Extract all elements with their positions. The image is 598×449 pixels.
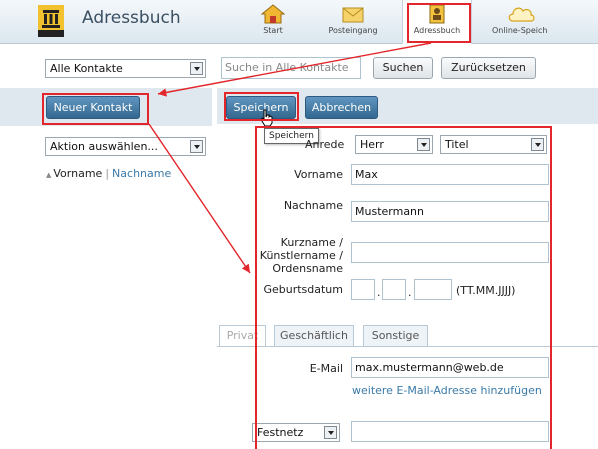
sort-lastname-link[interactable]: Nachname [112, 167, 171, 180]
nav-start-label: Start [263, 26, 283, 35]
hand-cursor-icon [261, 109, 273, 127]
title-value: Titel [445, 138, 469, 151]
chevron-down-icon [324, 426, 337, 439]
lastname-input[interactable]: Mustermann [351, 201, 549, 222]
nav-online-speicher[interactable]: Online-Speich [486, 3, 598, 41]
cancel-button[interactable]: Abbrechen [305, 96, 378, 119]
birthday-dot-1: . [377, 286, 381, 299]
birthday-dot-2: . [408, 286, 412, 299]
firstname-input[interactable]: Max [351, 164, 549, 185]
nav-adressbuch-label: Adressbuch [413, 26, 461, 35]
nav-start[interactable]: Start [251, 3, 295, 41]
sort-options: ▲ Vorname | Nachname [46, 167, 171, 180]
birthday-day-input[interactable] [351, 279, 375, 300]
phone-input[interactable] [351, 421, 549, 442]
sort-firstname[interactable]: Vorname [53, 167, 102, 180]
lastname-label: Nachname [283, 199, 343, 212]
nickname-label-line-3: Ordensname [272, 262, 343, 275]
contact-filter-select[interactable]: Alle Kontakte [45, 59, 206, 78]
birthday-year-input[interactable] [414, 279, 452, 300]
salutation-select[interactable]: Herr [355, 135, 433, 154]
chevron-down-icon [190, 62, 203, 75]
nickname-label: Kurzname / Künstlername / Ordensname [250, 236, 343, 275]
tabs-divider [217, 346, 598, 347]
birthday-label: Geburtsdatum [263, 283, 343, 296]
email-input[interactable]: max.mustermann@web.de [351, 357, 549, 378]
birthday-month-input[interactable] [382, 279, 406, 300]
contact-filter-value: Alle Kontakte [50, 62, 123, 75]
salutation-value: Herr [360, 138, 384, 151]
action-select-value: Aktion auswählen... [50, 140, 158, 153]
chevron-down-icon [531, 138, 544, 151]
nickname-label-line-2: Künstlername / [259, 249, 343, 262]
envelope-icon [342, 7, 364, 23]
search-button[interactable]: Suchen [373, 57, 433, 79]
search-input[interactable]: Suche in Alle Kontakte [221, 57, 361, 79]
phone-type-select[interactable]: Festnetz [252, 423, 340, 442]
nickname-input[interactable] [351, 242, 549, 263]
chevron-down-icon [417, 138, 430, 151]
title-select[interactable]: Titel [440, 135, 547, 154]
tab-privat[interactable]: Privat [219, 325, 266, 346]
app-title: Adressbuch [82, 8, 181, 28]
home-icon [261, 4, 285, 24]
phone-type-value: Festnetz [257, 426, 304, 439]
action-select[interactable]: Aktion auswählen... [45, 137, 206, 156]
tab-geschaeftlich[interactable]: Geschäftlich [274, 325, 354, 346]
firstname-label: Vorname [294, 168, 343, 181]
reset-button[interactable]: Zurücksetzen [441, 57, 536, 79]
new-contact-button[interactable]: Neuer Kontakt [46, 96, 140, 119]
add-email-link[interactable]: weitere E-Mail-Adresse hinzufügen [352, 384, 542, 397]
nav-posteingang[interactable]: Posteingang [321, 3, 385, 41]
nickname-label-line-1: Kurzname / [280, 236, 343, 249]
sort-triangle-icon: ▲ [46, 171, 52, 179]
salutation-label: Anrede [305, 138, 345, 151]
nav-online-speicher-label: Online-Speich [492, 26, 548, 35]
nav-posteingang-label: Posteingang [328, 26, 378, 35]
web-de-logo-icon [38, 5, 64, 37]
chevron-down-icon [190, 140, 203, 153]
cloud-icon [508, 7, 535, 22]
app-header: Adressbuch Start Posteingang Adressbuch … [0, 0, 598, 44]
birthday-format-hint: (TT.MM.JJJJ) [456, 284, 516, 297]
email-label: E-Mail [309, 362, 343, 375]
sort-separator: | [105, 167, 110, 180]
tab-sonstige[interactable]: Sonstige [363, 325, 428, 346]
nav-adressbuch[interactable]: Adressbuch [402, 0, 472, 44]
address-book-icon [429, 4, 445, 24]
